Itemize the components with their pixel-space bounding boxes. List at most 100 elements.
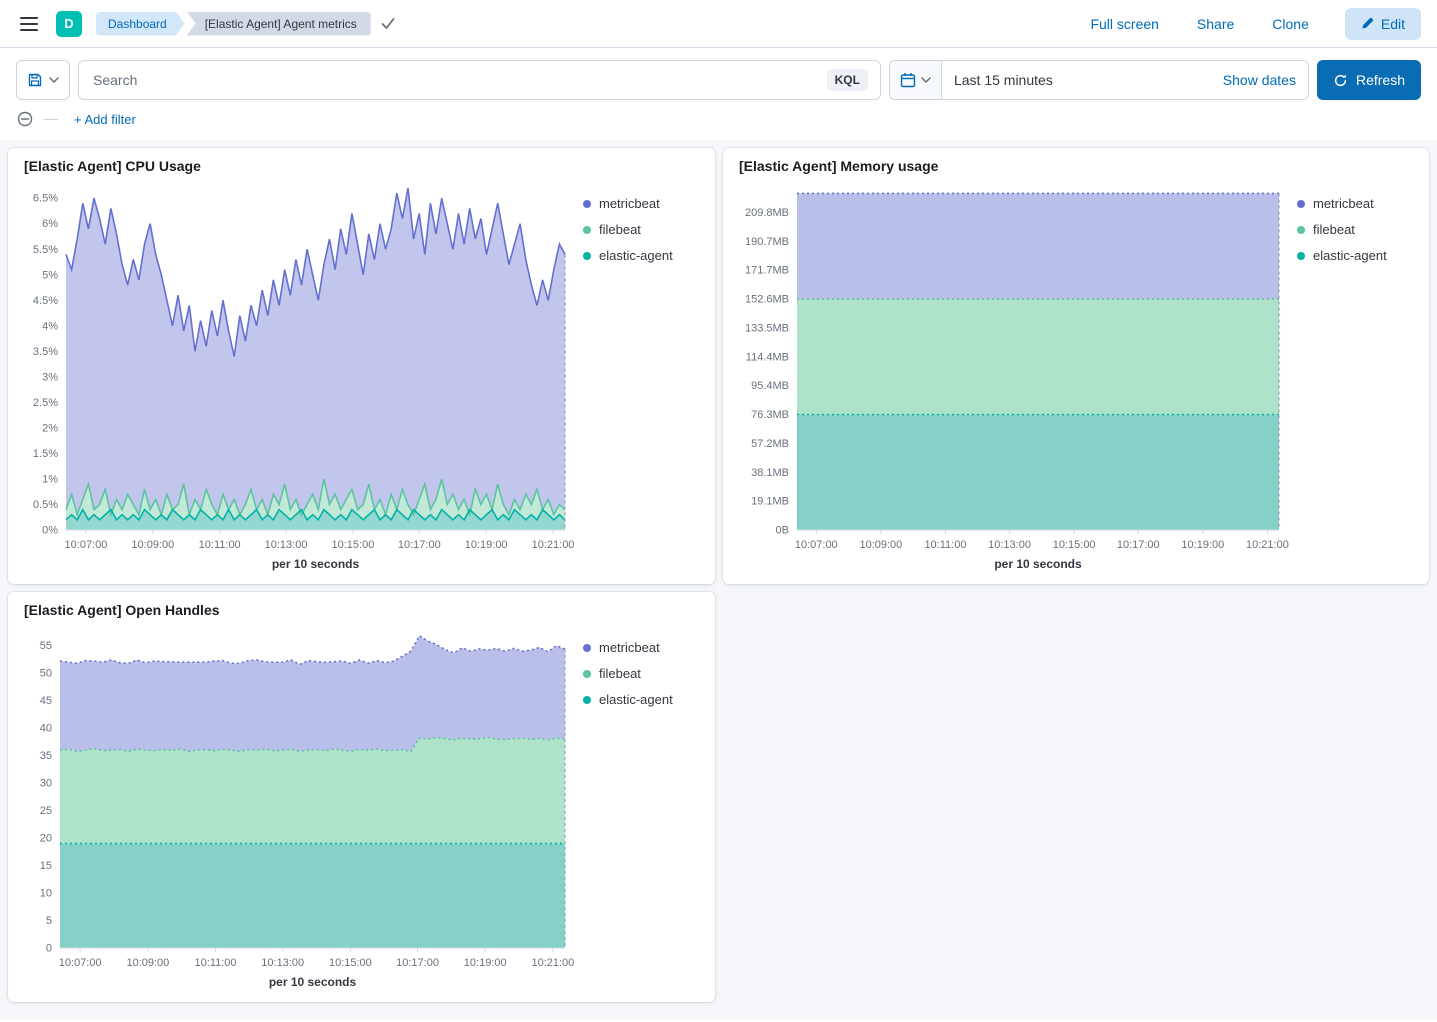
refresh-button-label: Refresh — [1356, 72, 1405, 88]
refresh-button[interactable]: Refresh — [1317, 60, 1421, 100]
y-tick-label: 45 — [40, 695, 52, 707]
x-tick-label: 10:15:00 — [329, 957, 372, 969]
legend-item-metricbeat[interactable]: metricbeat — [1297, 196, 1419, 211]
panel-title: [Elastic Agent] CPU Usage — [24, 158, 705, 174]
y-tick-label: 3% — [42, 371, 58, 383]
legend-item-filebeat[interactable]: filebeat — [583, 222, 705, 237]
memory-usage-svg: 0B19.1MB38.1MB57.2MB76.3MB95.4MB114.4MB1… — [733, 176, 1293, 576]
filter-divider — [44, 119, 58, 120]
legend-item-metricbeat[interactable]: metricbeat — [583, 640, 705, 655]
pencil-icon — [1361, 17, 1374, 30]
edit-button-label: Edit — [1381, 16, 1405, 32]
legend-item-elastic-agent[interactable]: elastic-agent — [583, 248, 705, 263]
y-tick-label: 10 — [40, 888, 52, 900]
legend-item-filebeat[interactable]: filebeat — [1297, 222, 1419, 237]
y-tick-label: 0 — [46, 943, 52, 955]
y-tick-label: 57.2MB — [751, 438, 789, 450]
legend-label: metricbeat — [1313, 196, 1374, 211]
x-tick-label: 10:11:00 — [924, 539, 966, 551]
dashboard-grid: [Elastic Agent] CPU Usage 0%0.5%1%1.5%2%… — [0, 140, 1437, 1020]
legend-label: elastic-agent — [599, 248, 673, 263]
time-range-value[interactable]: Last 15 minutes — [942, 72, 1217, 88]
y-tick-label: 15 — [40, 860, 52, 872]
legend-item-elastic-agent[interactable]: elastic-agent — [583, 692, 705, 707]
filter-bar: + Add filter — [0, 108, 1437, 140]
y-tick-label: 50 — [40, 668, 52, 680]
y-tick-label: 171.7MB — [745, 265, 789, 277]
kql-toggle[interactable]: KQL — [827, 69, 868, 91]
legend-label: filebeat — [1313, 222, 1355, 237]
x-tick-label: 10:17:00 — [396, 957, 439, 969]
query-bar: KQL Last 15 minutes Show dates Refresh — [0, 48, 1437, 108]
breadcrumb-current-dashboard[interactable]: [Elastic Agent] Agent metrics — [187, 12, 371, 36]
legend-item-metricbeat[interactable]: metricbeat — [583, 196, 705, 211]
menu-hamburger-button[interactable] — [16, 13, 42, 35]
breadcrumb-dashboard[interactable]: Dashboard — [96, 12, 185, 36]
x-tick-label: 10:21:00 — [1246, 539, 1289, 551]
y-tick-label: 6.5% — [33, 193, 58, 205]
x-axis-title: per 10 seconds — [269, 975, 357, 989]
saved-query-menu-button[interactable] — [16, 60, 70, 100]
panel-title: [Elastic Agent] Memory usage — [739, 158, 1419, 174]
memory-usage-legend: metricbeat filebeat elastic-agent — [1293, 176, 1419, 576]
x-tick-label: 10:19:00 — [465, 539, 508, 551]
legend-dot — [583, 200, 591, 208]
legend-item-filebeat[interactable]: filebeat — [583, 666, 705, 681]
legend-item-elastic-agent[interactable]: elastic-agent — [1297, 248, 1419, 263]
search-input[interactable] — [91, 71, 819, 89]
y-tick-label: 133.5MB — [745, 322, 789, 334]
y-tick-label: 2% — [42, 422, 58, 434]
x-tick-label: 10:09:00 — [131, 539, 174, 551]
hamburger-icon — [20, 17, 38, 31]
y-tick-label: 19.1MB — [751, 496, 789, 508]
y-tick-label: 5.5% — [33, 244, 58, 256]
legend-label: elastic-agent — [1313, 248, 1387, 263]
legend-label: metricbeat — [599, 196, 660, 211]
legend-dot — [1297, 226, 1305, 234]
y-tick-label: 25 — [40, 805, 52, 817]
panel-title: [Elastic Agent] Open Handles — [24, 602, 705, 618]
x-axis-title: per 10 seconds — [272, 557, 360, 571]
date-quick-menu-button[interactable] — [890, 61, 942, 99]
refresh-icon — [1333, 73, 1348, 88]
chevron-down-icon — [49, 77, 59, 83]
y-tick-label: 95.4MB — [751, 380, 789, 392]
space-avatar[interactable]: D — [56, 11, 82, 37]
search-box: KQL — [78, 60, 881, 100]
y-tick-label: 5 — [46, 915, 52, 927]
full-screen-button[interactable]: Full screen — [1084, 15, 1164, 33]
legend-label: metricbeat — [599, 640, 660, 655]
legend-dot — [583, 696, 591, 704]
y-tick-label: 55 — [40, 640, 52, 652]
legend-label: elastic-agent — [599, 692, 673, 707]
x-tick-label: 10:17:00 — [398, 539, 441, 551]
x-tick-label: 10:13:00 — [265, 539, 308, 551]
x-tick-label: 10:13:00 — [988, 539, 1031, 551]
y-tick-label: 209.8MB — [745, 207, 789, 219]
x-tick-label: 10:21:00 — [531, 957, 574, 969]
add-filter-button[interactable]: + Add filter — [68, 111, 142, 128]
y-tick-label: 114.4MB — [746, 351, 789, 363]
y-tick-label: 0B — [776, 525, 789, 537]
y-tick-label: 35 — [40, 750, 52, 762]
save-icon — [27, 72, 43, 88]
edit-button[interactable]: Edit — [1345, 8, 1421, 40]
x-tick-label: 10:15:00 — [332, 539, 375, 551]
filter-set-icon[interactable] — [16, 110, 34, 128]
x-tick-label: 10:11:00 — [199, 539, 241, 551]
clone-button[interactable]: Clone — [1266, 15, 1315, 33]
open-handles-chart: 051015202530354045505510:07:0010:09:0010… — [18, 620, 579, 994]
y-tick-label: 38.1MB — [751, 467, 789, 479]
show-dates-button[interactable]: Show dates — [1217, 71, 1308, 89]
panel-cpu-usage: [Elastic Agent] CPU Usage 0%0.5%1%1.5%2%… — [8, 148, 715, 584]
y-tick-label: 1.5% — [33, 448, 58, 460]
legend-dot — [583, 226, 591, 234]
x-tick-label: 10:07:00 — [59, 957, 102, 969]
breadcrumb-check-icon[interactable] — [381, 18, 395, 29]
legend-dot — [583, 644, 591, 652]
x-tick-label: 10:07:00 — [65, 539, 108, 551]
y-tick-label: 4.5% — [33, 295, 58, 307]
x-tick-label: 10:13:00 — [261, 957, 304, 969]
x-tick-label: 10:21:00 — [532, 539, 575, 551]
share-button[interactable]: Share — [1191, 15, 1240, 33]
